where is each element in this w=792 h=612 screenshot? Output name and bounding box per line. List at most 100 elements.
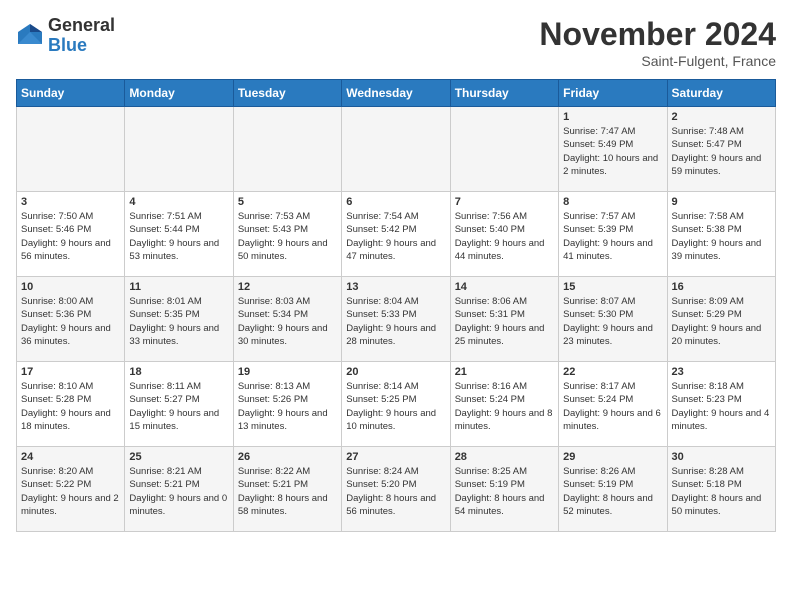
calendar-cell: 18 Sunrise: 8:11 AM Sunset: 5:27 PM Dayli…	[125, 362, 233, 447]
calendar-header: SundayMondayTuesdayWednesdayThursdayFrid…	[17, 80, 776, 107]
day-info: Sunrise: 8:11 AM Sunset: 5:27 PM Dayligh…	[129, 380, 228, 433]
day-number: 23	[672, 366, 771, 378]
day-number: 1	[563, 111, 662, 123]
calendar-table: SundayMondayTuesdayWednesdayThursdayFrid…	[16, 79, 776, 532]
header-thursday: Thursday	[450, 80, 558, 107]
day-info: Sunrise: 7:47 AM Sunset: 5:49 PM Dayligh…	[563, 125, 662, 178]
day-number: 27	[346, 451, 445, 463]
day-info: Sunrise: 7:54 AM Sunset: 5:42 PM Dayligh…	[346, 210, 445, 263]
calendar-cell: 22Sunrise: 8:17 AM Sunset: 5:24 PM Dayli…	[559, 362, 667, 447]
header-tuesday: Tuesday	[233, 80, 341, 107]
calendar-cell: 8 Sunrise: 7:57 AM Sunset: 5:39 PM Daylig…	[559, 192, 667, 277]
day-info: Sunrise: 8:25 AM Sunset: 5:19 PM Dayligh…	[455, 465, 554, 518]
day-number: 14	[455, 281, 554, 293]
day-number: 12	[238, 281, 337, 293]
day-number: 7	[455, 196, 554, 208]
header-monday: Monday	[125, 80, 233, 107]
calendar-cell: 5 Sunrise: 7:53 AM Sunset: 5:43 PM Daylig…	[233, 192, 341, 277]
day-info: Sunrise: 8:24 AM Sunset: 5:20 PM Dayligh…	[346, 465, 445, 518]
day-number: 6	[346, 196, 445, 208]
calendar-cell: 17 Sunrise: 8:10 AM Sunset: 5:28 PM Dayli…	[17, 362, 125, 447]
header-friday: Friday	[559, 80, 667, 107]
day-number: 4	[129, 196, 228, 208]
day-number: 13	[346, 281, 445, 293]
week-row-0: 1 Sunrise: 7:47 AM Sunset: 5:49 PM Daylig…	[17, 107, 776, 192]
day-info: Sunrise: 8:21 AM Sunset: 5:21 PM Dayligh…	[129, 465, 228, 518]
calendar-cell: 25Sunrise: 8:21 AM Sunset: 5:21 PM Dayli…	[125, 447, 233, 532]
day-number: 19	[238, 366, 337, 378]
calendar-cell: 26 Sunrise: 8:22 AM Sunset: 5:21 PM Dayli…	[233, 447, 341, 532]
logo-text: General Blue	[48, 16, 115, 56]
calendar-cell	[450, 107, 558, 192]
day-info: Sunrise: 7:58 AM Sunset: 5:38 PM Dayligh…	[672, 210, 771, 263]
calendar-cell: 20Sunrise: 8:14 AM Sunset: 5:25 PM Dayli…	[342, 362, 450, 447]
calendar-cell: 21Sunrise: 8:16 AM Sunset: 5:24 PM Dayli…	[450, 362, 558, 447]
day-info: Sunrise: 8:16 AM Sunset: 5:24 PM Dayligh…	[455, 380, 554, 433]
logo: General Blue	[16, 16, 115, 56]
day-number: 8	[563, 196, 662, 208]
day-number: 30	[672, 451, 771, 463]
logo-icon	[16, 22, 44, 50]
calendar-cell: 9Sunrise: 7:58 AM Sunset: 5:38 PM Daylig…	[667, 192, 775, 277]
day-info: Sunrise: 7:56 AM Sunset: 5:40 PM Dayligh…	[455, 210, 554, 263]
day-info: Sunrise: 8:07 AM Sunset: 5:30 PM Dayligh…	[563, 295, 662, 348]
day-number: 18	[129, 366, 228, 378]
calendar-cell: 4 Sunrise: 7:51 AM Sunset: 5:44 PM Daylig…	[125, 192, 233, 277]
calendar-cell: 29 Sunrise: 8:26 AM Sunset: 5:19 PM Dayli…	[559, 447, 667, 532]
calendar-cell: 30 Sunrise: 8:28 AM Sunset: 5:18 PM Dayli…	[667, 447, 775, 532]
calendar-cell: 27 Sunrise: 8:24 AM Sunset: 5:20 PM Dayli…	[342, 447, 450, 532]
day-number: 24	[21, 451, 120, 463]
day-info: Sunrise: 7:51 AM Sunset: 5:44 PM Dayligh…	[129, 210, 228, 263]
calendar-cell	[17, 107, 125, 192]
calendar-cell: 23 Sunrise: 8:18 AM Sunset: 5:23 PM Dayli…	[667, 362, 775, 447]
day-number: 26	[238, 451, 337, 463]
calendar-body: 1 Sunrise: 7:47 AM Sunset: 5:49 PM Daylig…	[17, 107, 776, 532]
calendar-cell	[233, 107, 341, 192]
calendar-cell: 12Sunrise: 8:03 AM Sunset: 5:34 PM Dayli…	[233, 277, 341, 362]
day-info: Sunrise: 8:20 AM Sunset: 5:22 PM Dayligh…	[21, 465, 120, 518]
calendar-cell: 24 Sunrise: 8:20 AM Sunset: 5:22 PM Dayli…	[17, 447, 125, 532]
header-saturday: Saturday	[667, 80, 775, 107]
calendar-cell	[125, 107, 233, 192]
day-info: Sunrise: 8:01 AM Sunset: 5:35 PM Dayligh…	[129, 295, 228, 348]
calendar-cell: 2Sunrise: 7:48 AM Sunset: 5:47 PM Daylig…	[667, 107, 775, 192]
day-info: Sunrise: 8:00 AM Sunset: 5:36 PM Dayligh…	[21, 295, 120, 348]
day-number: 22	[563, 366, 662, 378]
calendar-cell: 13 Sunrise: 8:04 AM Sunset: 5:33 PM Dayli…	[342, 277, 450, 362]
day-number: 11	[129, 281, 228, 293]
calendar-cell	[342, 107, 450, 192]
day-info: Sunrise: 7:57 AM Sunset: 5:39 PM Dayligh…	[563, 210, 662, 263]
day-number: 16	[672, 281, 771, 293]
day-info: Sunrise: 7:53 AM Sunset: 5:43 PM Dayligh…	[238, 210, 337, 263]
day-number: 10	[21, 281, 120, 293]
day-info: Sunrise: 8:18 AM Sunset: 5:23 PM Dayligh…	[672, 380, 771, 433]
calendar-cell: 7 Sunrise: 7:56 AM Sunset: 5:40 PM Daylig…	[450, 192, 558, 277]
location: Saint-Fulgent, France	[539, 53, 776, 69]
day-number: 2	[672, 111, 771, 123]
calendar-cell: 14 Sunrise: 8:06 AM Sunset: 5:31 PM Dayli…	[450, 277, 558, 362]
week-row-4: 24 Sunrise: 8:20 AM Sunset: 5:22 PM Dayli…	[17, 447, 776, 532]
page-header: General Blue November 2024 Saint-Fulgent…	[16, 16, 776, 69]
header-sunday: Sunday	[17, 80, 125, 107]
day-info: Sunrise: 8:04 AM Sunset: 5:33 PM Dayligh…	[346, 295, 445, 348]
logo-general: General	[48, 16, 115, 36]
day-info: Sunrise: 8:13 AM Sunset: 5:26 PM Dayligh…	[238, 380, 337, 433]
calendar-cell: 6 Sunrise: 7:54 AM Sunset: 5:42 PM Daylig…	[342, 192, 450, 277]
header-row: SundayMondayTuesdayWednesdayThursdayFrid…	[17, 80, 776, 107]
day-number: 5	[238, 196, 337, 208]
day-number: 17	[21, 366, 120, 378]
logo-blue: Blue	[48, 36, 115, 56]
header-wednesday: Wednesday	[342, 80, 450, 107]
day-info: Sunrise: 8:10 AM Sunset: 5:28 PM Dayligh…	[21, 380, 120, 433]
day-info: Sunrise: 7:50 AM Sunset: 5:46 PM Dayligh…	[21, 210, 120, 263]
day-info: Sunrise: 8:28 AM Sunset: 5:18 PM Dayligh…	[672, 465, 771, 518]
day-info: Sunrise: 8:22 AM Sunset: 5:21 PM Dayligh…	[238, 465, 337, 518]
calendar-cell: 16Sunrise: 8:09 AM Sunset: 5:29 PM Dayli…	[667, 277, 775, 362]
day-number: 29	[563, 451, 662, 463]
week-row-2: 10 Sunrise: 8:00 AM Sunset: 5:36 PM Dayli…	[17, 277, 776, 362]
day-number: 28	[455, 451, 554, 463]
week-row-3: 17 Sunrise: 8:10 AM Sunset: 5:28 PM Dayli…	[17, 362, 776, 447]
day-info: Sunrise: 8:06 AM Sunset: 5:31 PM Dayligh…	[455, 295, 554, 348]
day-number: 15	[563, 281, 662, 293]
day-info: Sunrise: 8:26 AM Sunset: 5:19 PM Dayligh…	[563, 465, 662, 518]
